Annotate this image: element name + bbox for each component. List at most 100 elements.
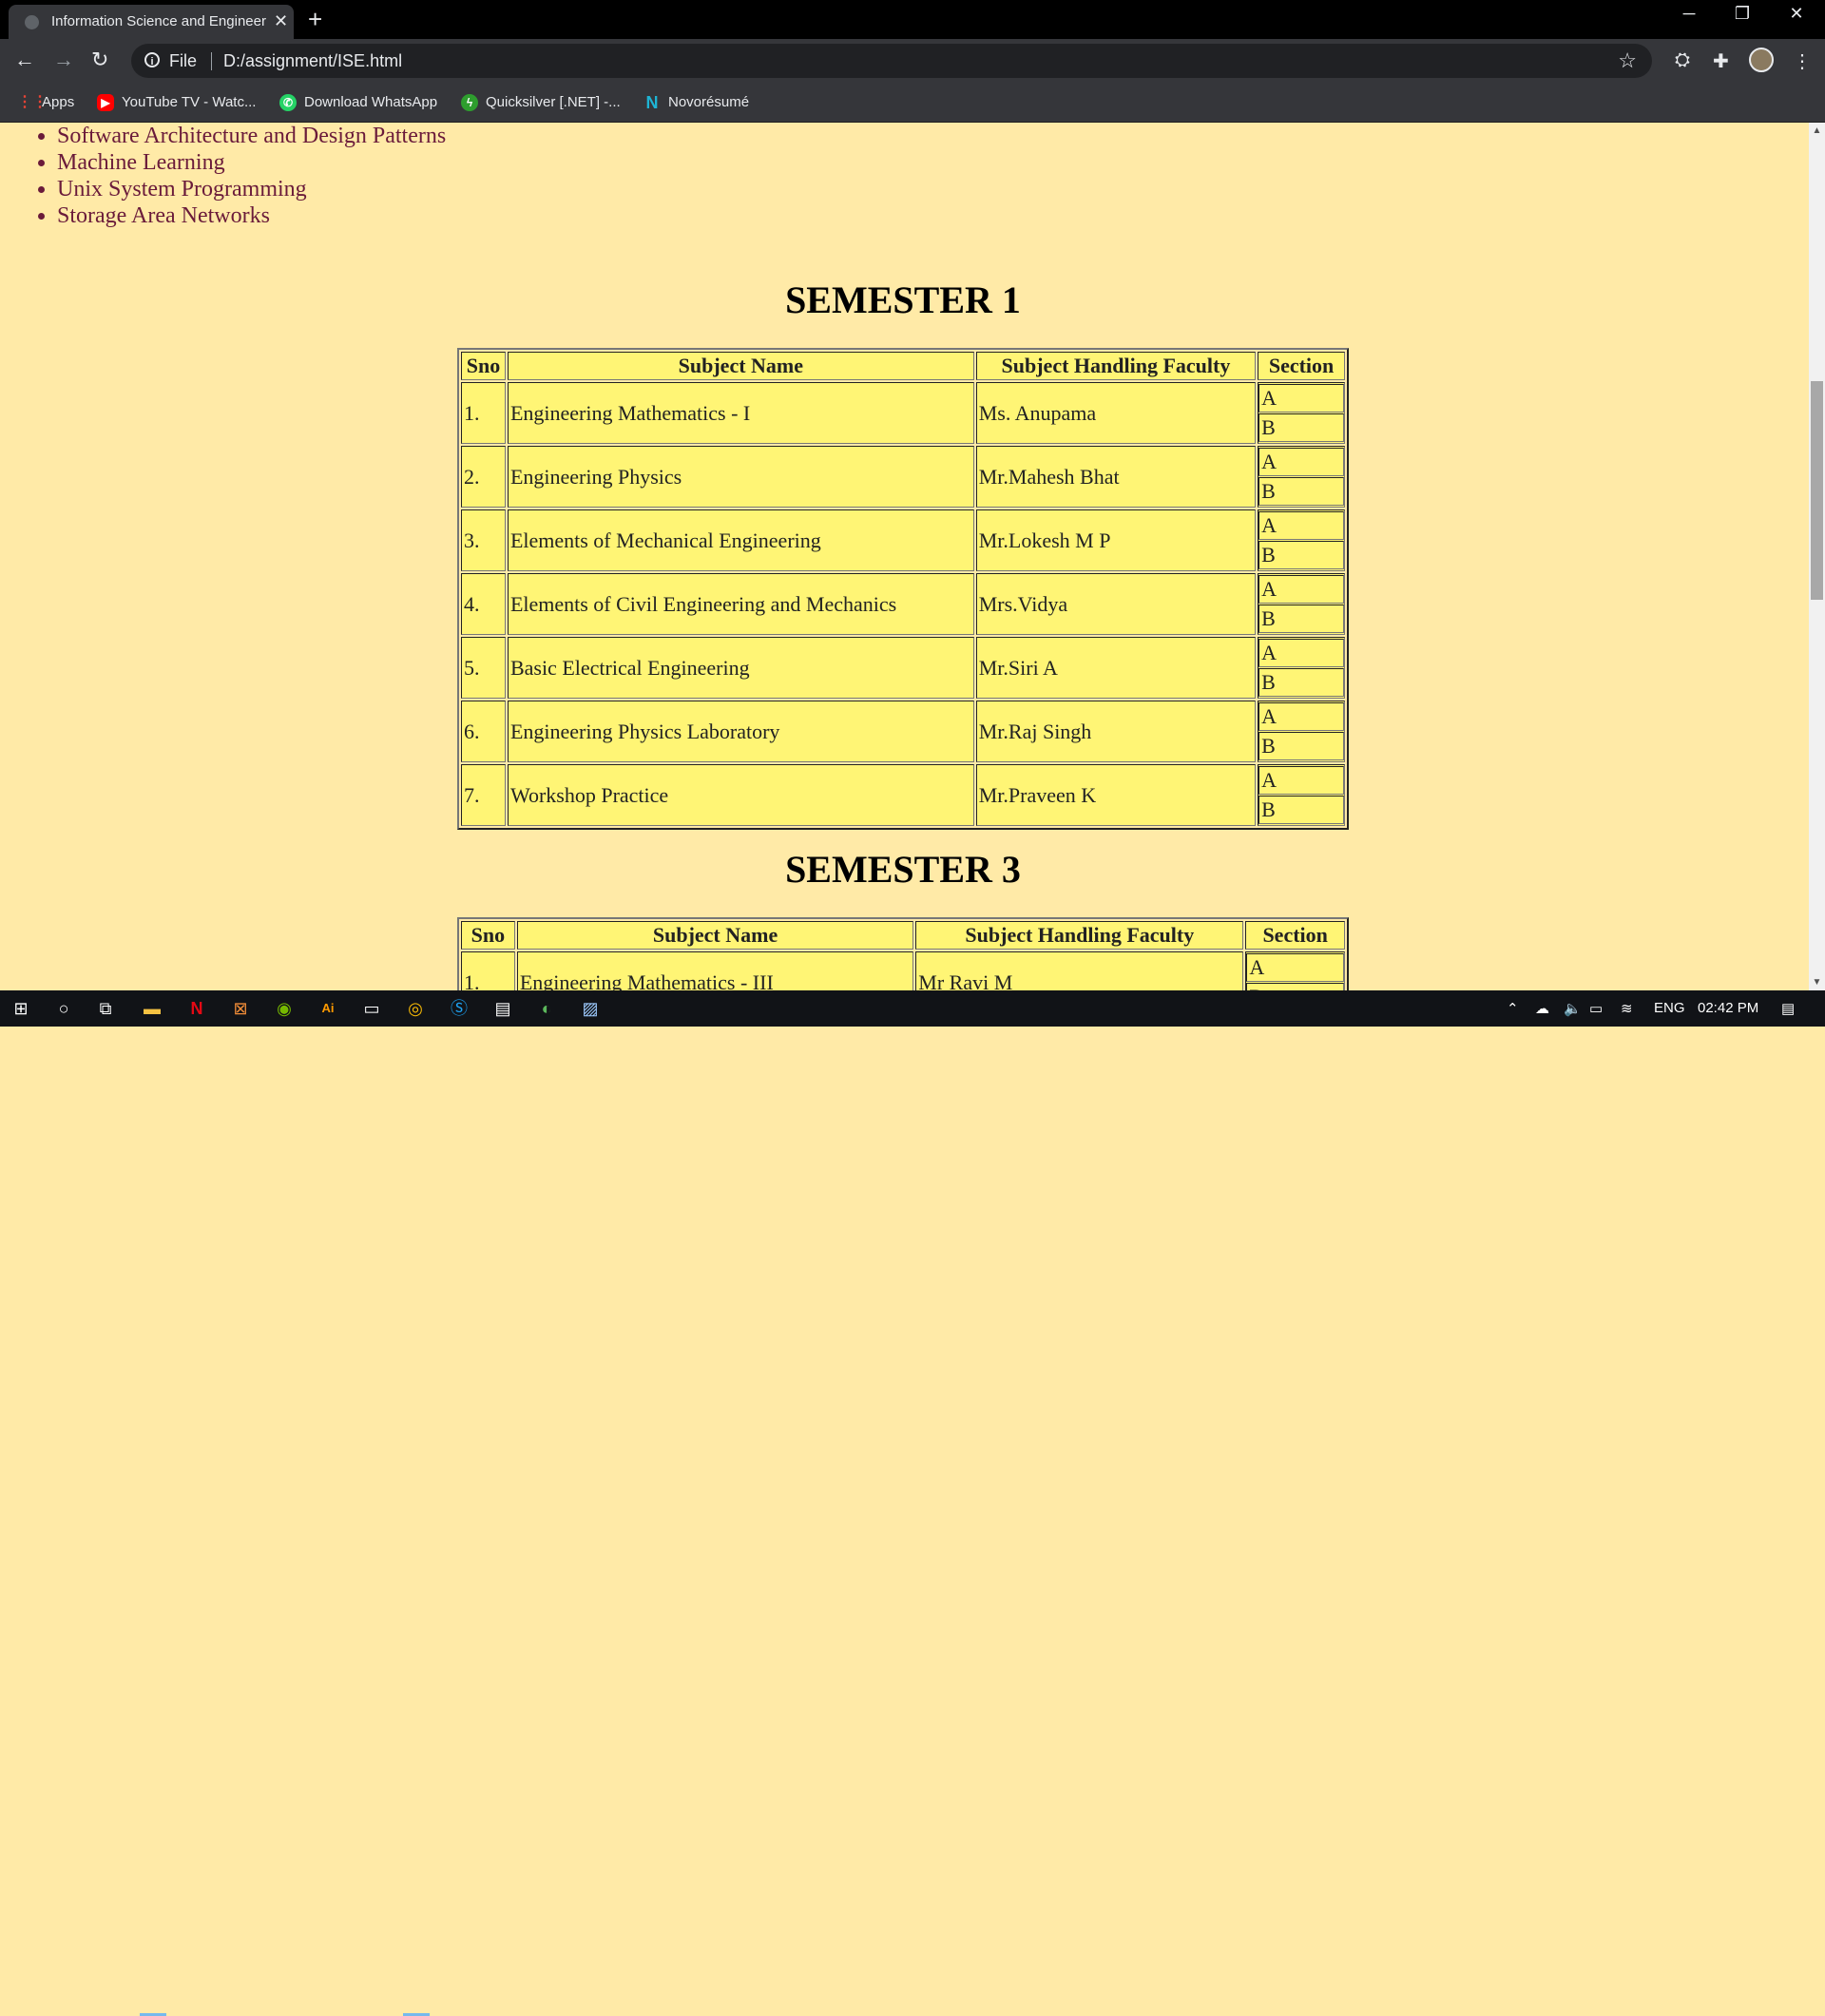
scroll-down-arrow-icon[interactable]: ▼ xyxy=(1809,974,1825,990)
close-window-button[interactable]: ✕ xyxy=(1782,4,1811,24)
bookmark-quicksilver[interactable]: ϟ Quicksilver [.NET] -... xyxy=(461,92,621,113)
table-row: 6. Engineering Physics Laboratory Mr.Raj S… xyxy=(461,701,1345,762)
illustrator-icon[interactable]: Ai xyxy=(316,996,340,1021)
youtube-icon: ▶ xyxy=(97,94,114,112)
serial-number-cell: 7. xyxy=(461,764,506,826)
serial-number-cell: 5. xyxy=(461,637,506,699)
extension-icon[interactable]: ⛭ xyxy=(1675,49,1690,71)
subject-name-cell: Basic Electrical Engineering xyxy=(507,637,974,699)
section-cell: AB xyxy=(1258,764,1345,826)
section-cell: AB xyxy=(1258,446,1345,508)
bookmark-youtube-tv[interactable]: ▶ YouTube TV - Watc... xyxy=(97,92,256,113)
new-tab-button[interactable]: + xyxy=(308,6,322,32)
section-label: A xyxy=(1258,575,1344,604)
subject-name-cell: Engineering Physics Laboratory xyxy=(507,701,974,762)
column-header: Section xyxy=(1258,352,1345,380)
back-arrow-icon[interactable]: ← xyxy=(14,48,35,71)
scroll-up-arrow-icon[interactable]: ▲ xyxy=(1809,123,1825,139)
forward-arrow-icon[interactable]: → xyxy=(53,48,74,71)
column-header: Subject Name xyxy=(516,921,914,950)
menu-kebab-icon[interactable]: ⋮ xyxy=(1793,49,1812,73)
bookmark-whatsapp[interactable]: ✆ Download WhatsApp xyxy=(279,92,437,113)
serial-number-cell: 4. xyxy=(461,573,506,635)
url-text[interactable]: D:/assignment/ISE.html xyxy=(223,51,402,71)
file-explorer-icon[interactable]: ▬ xyxy=(140,996,164,1021)
section-label: A xyxy=(1258,511,1344,540)
subject-name-cell: Engineering Mathematics - III xyxy=(516,951,914,990)
section-label: B xyxy=(1258,605,1344,633)
battery-icon[interactable]: ▭ xyxy=(1589,1000,1603,1017)
cyberduck-icon[interactable]: ◐ xyxy=(534,996,559,1021)
language-indicator[interactable]: ENG xyxy=(1654,1000,1685,1016)
xampp-icon[interactable]: ⊠ xyxy=(228,996,253,1021)
table-row: 1. Engineering Mathematics - I Ms. Anupama… xyxy=(461,382,1345,444)
faculty-cell: Ms. Anupama xyxy=(975,382,1257,444)
chrome-icon[interactable]: ◎ xyxy=(403,996,428,1021)
close-tab-icon[interactable]: ✕ xyxy=(274,11,288,30)
bookmark-novoresume[interactable]: N Novorésumé xyxy=(644,92,750,113)
video-app-icon[interactable]: ▤ xyxy=(490,996,515,1021)
elective-subject-list: Software Architecture and Design Pattern… xyxy=(0,123,446,229)
bookmarks-bar: ⋮⋮Apps ▶ YouTube TV - Watc... ✆ Download W… xyxy=(0,83,1825,123)
wifi-icon[interactable]: ≋ xyxy=(1621,1000,1633,1017)
section-label: B xyxy=(1258,732,1344,760)
table-row: 1. Engineering Mathematics - III Mr Ravi M… xyxy=(461,951,1345,990)
semester-1-table: Sno Subject Name Subject Handling Facult… xyxy=(457,348,1349,830)
list-item: Software Architecture and Design Pattern… xyxy=(57,123,446,149)
section-label: A xyxy=(1246,953,1344,982)
column-header: Section xyxy=(1245,921,1345,950)
table-row: 2. Engineering Physics Mr.Mahesh Bhat A B xyxy=(461,446,1345,508)
section-label: A xyxy=(1258,384,1344,413)
restore-button[interactable]: ❐ xyxy=(1728,4,1757,24)
address-bar[interactable]: i File D:/assignment/ISE.html ☆ xyxy=(131,44,1652,78)
whatsapp-icon: ✆ xyxy=(279,94,297,112)
browser-tab[interactable]: Information Science and Engineering ✕ xyxy=(9,5,294,39)
section-cell: AB xyxy=(1258,637,1345,699)
puzzle-extensions-icon[interactable]: ✚ xyxy=(1713,49,1729,73)
url-scheme-label: File xyxy=(169,51,198,70)
nvidia-icon[interactable]: ◉ xyxy=(272,996,297,1021)
cortana-search-icon[interactable]: ○ xyxy=(51,996,76,1021)
faculty-cell: Mrs.Vidya xyxy=(975,573,1257,635)
quicksilver-icon: ϟ xyxy=(461,94,478,112)
scrollbar-thumb[interactable] xyxy=(1811,381,1823,600)
globe-icon xyxy=(25,15,39,29)
list-item: Unix System Programming xyxy=(57,176,446,202)
serial-number-cell: 3. xyxy=(461,509,506,571)
info-icon[interactable]: i xyxy=(144,52,160,67)
section-label: A xyxy=(1258,766,1344,795)
semester-1-table-body: 1. Engineering Mathematics - I Ms. Anupama… xyxy=(461,382,1345,826)
faculty-cell: Mr.Raj Singh xyxy=(975,701,1257,762)
reload-icon[interactable]: ↻ xyxy=(91,48,108,71)
faculty-cell: Mr.Praveen K xyxy=(975,764,1257,826)
onedrive-icon[interactable]: ☁ xyxy=(1535,1000,1549,1017)
clock[interactable]: 02:42 PM xyxy=(1698,1000,1758,1016)
windows-start-icon[interactable]: ⊞ xyxy=(9,996,33,1021)
task-view-icon[interactable]: ⧉ xyxy=(93,996,118,1021)
notepad-icon[interactable]: ▨ xyxy=(578,996,603,1021)
terminal-icon[interactable]: ▭ xyxy=(359,996,384,1021)
profile-avatar[interactable] xyxy=(1749,48,1774,72)
section-cell: AB xyxy=(1258,382,1345,444)
skype-icon[interactable]: Ⓢ xyxy=(447,996,471,1021)
faculty-cell: Mr.Mahesh Bhat xyxy=(975,446,1257,508)
subject-name-cell: Elements of Mechanical Engineering xyxy=(507,509,974,571)
faculty-cell: Mr.Siri A xyxy=(975,637,1257,699)
show-hidden-icons[interactable]: ⌃ xyxy=(1507,1000,1519,1017)
apps-grid-icon: ⋮⋮ xyxy=(17,94,48,111)
minimize-button[interactable]: ─ xyxy=(1675,4,1703,24)
netflix-icon[interactable]: N xyxy=(184,996,209,1021)
section-cell: AB xyxy=(1258,701,1345,762)
list-item: Storage Area Networks xyxy=(57,202,446,229)
notifications-icon[interactable]: ▤ xyxy=(1781,1000,1795,1017)
section-label: B xyxy=(1246,983,1344,990)
column-header: Sno xyxy=(461,921,515,950)
column-header: Subject Name xyxy=(507,352,974,380)
volume-icon[interactable]: 🔈 xyxy=(1564,1000,1582,1017)
windows-taskbar: ⊞ ○ ⧉ ▬ N ⊠ ◉ Ai ▭ ◎ Ⓢ ▤ ◐ ▨ ⌃ ☁ 🔈 ▭ ≋ E… xyxy=(0,990,1825,2016)
faculty-cell: Mr Ravi M xyxy=(915,951,1244,990)
vertical-scrollbar[interactable]: ▲ ▼ xyxy=(1809,123,1825,990)
bookmark-star-icon[interactable]: ☆ xyxy=(1618,48,1637,73)
bookmark-apps[interactable]: ⋮⋮Apps xyxy=(17,92,74,113)
section-label: B xyxy=(1258,541,1344,569)
